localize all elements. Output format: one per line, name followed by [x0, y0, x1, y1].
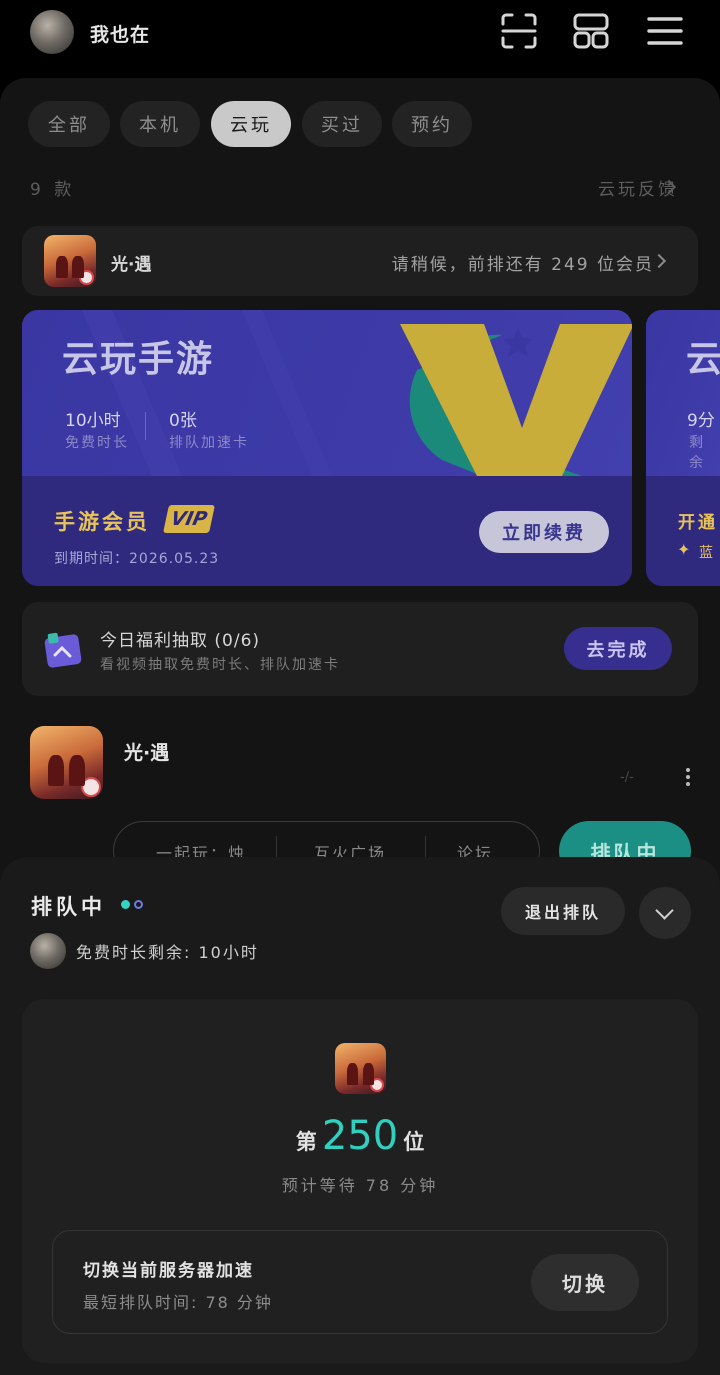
free-time-label: 免费时长	[65, 435, 129, 451]
card-2-member-title: 开通	[678, 513, 718, 533]
daily-title: 今日福利抽取 (0/6)	[100, 631, 261, 651]
expiry-date: 到期时间：2026.05.23	[54, 551, 220, 567]
queue-banner-game: 光·遇	[111, 255, 152, 275]
member-title: 手游会员	[54, 510, 150, 534]
exit-queue-button[interactable]: 退出排队	[501, 887, 625, 935]
game-status: -/-	[620, 770, 634, 785]
game-count: 9 款	[30, 180, 76, 200]
queue-game-icon	[335, 1043, 386, 1094]
game-name: 光·遇	[124, 742, 170, 764]
tv-icon	[44, 632, 82, 668]
cloud-member-card: 云玩手游 10小时 免费时长 0张 排队加速卡 手游会员 VIP 到期时间：20…	[22, 310, 632, 586]
username: 我也在	[90, 24, 151, 46]
estimated-wait: 预计等待 78 分钟	[281, 1176, 439, 1195]
more-options-icon[interactable]	[684, 768, 692, 788]
daily-subtitle: 看视频抽取免费时长、排队加速卡	[100, 657, 340, 673]
user-avatar[interactable]	[30, 10, 74, 54]
queue-banner[interactable]: 光·遇 请稍候，前排还有 249 位会员	[22, 226, 698, 296]
card-2-stat-value: 9分	[687, 411, 715, 431]
status-ring-icon	[134, 900, 143, 909]
tab-reserved[interactable]: 预约	[392, 101, 472, 147]
tab-bought[interactable]: 买过	[302, 101, 382, 147]
scan-icon[interactable]	[500, 12, 538, 50]
position-number: 250	[321, 1113, 399, 1159]
card-title: 云玩手游	[62, 339, 215, 380]
vip-badge: VIP	[163, 505, 215, 533]
tab-cloud[interactable]: 云玩	[211, 101, 291, 147]
server-switch-title: 切换当前服务器加速	[83, 1261, 254, 1281]
game-cover[interactable]	[30, 726, 103, 799]
chevron-down-icon	[655, 901, 674, 920]
speed-card-value: 0张	[169, 411, 197, 431]
sparkle-icon: ✦	[677, 540, 691, 559]
chevron-right-icon	[651, 253, 667, 269]
queue-position: 第 250 位	[0, 1113, 720, 1159]
position-suffix: 位	[403, 1130, 425, 1154]
top-bar: 我也在	[0, 0, 720, 68]
speed-card-label: 排队加速卡	[169, 435, 249, 451]
card-2-title: 云	[686, 339, 720, 380]
sheet-title: 排队中	[31, 895, 106, 919]
card-2-stat-label: 剩余	[689, 435, 705, 471]
go-complete-button[interactable]: 去完成	[564, 627, 672, 670]
queue-banner-message: 请稍候，前排还有 249 位会员	[391, 255, 654, 275]
tab-local[interactable]: 本机	[120, 101, 200, 147]
status-dot-icon	[121, 900, 130, 909]
server-switch-subtitle: 最短排队时间: 78 分钟	[83, 1293, 273, 1312]
position-prefix: 第	[295, 1130, 317, 1154]
daily-welfare-row: 今日福利抽取 (0/6) 看视频抽取免费时长、排队加速卡 去完成	[22, 602, 698, 696]
game-icon	[44, 235, 96, 287]
user-avatar-small	[30, 933, 66, 969]
grid-icon[interactable]	[572, 12, 610, 50]
tab-all[interactable]: 全部	[28, 101, 110, 147]
card-2-sub-label: 蓝	[699, 545, 713, 561]
stat-divider	[145, 412, 146, 440]
collapse-button[interactable]	[639, 887, 691, 939]
second-promo-card[interactable]: 云 9分 剩余 开通 ✦ 蓝	[646, 310, 720, 586]
menu-icon[interactable]	[646, 12, 684, 50]
switch-button[interactable]: 切换	[531, 1254, 639, 1311]
free-time-value: 10小时	[65, 411, 121, 431]
renew-button[interactable]: 立即续费	[479, 511, 609, 553]
remaining-time: 免费时长剩余: 10小时	[76, 943, 259, 962]
